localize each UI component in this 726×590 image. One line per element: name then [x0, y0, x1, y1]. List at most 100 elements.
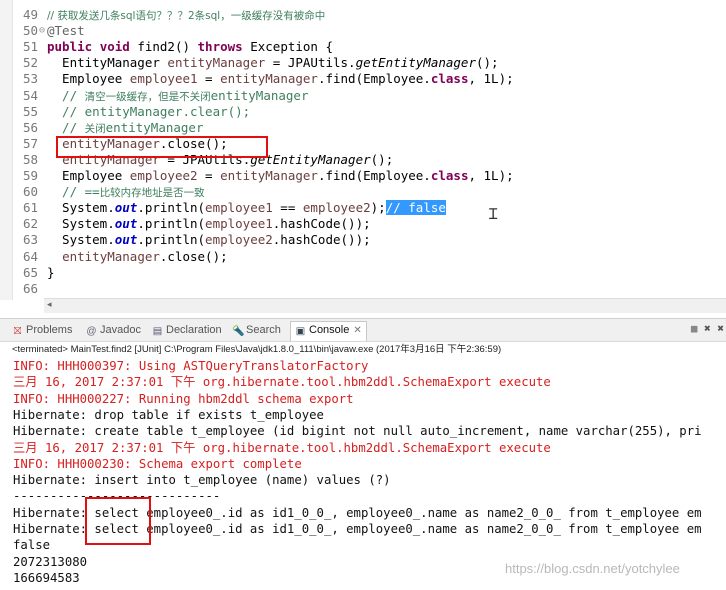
- stop-icon[interactable]: ■: [691, 322, 698, 335]
- console-line: 三月 16, 2017 2:37:01 下午 org.hibernate.too…: [13, 375, 551, 390]
- code-line[interactable]: 64 entityManager.close();: [0, 249, 726, 265]
- remove-all-icon[interactable]: ✖: [717, 322, 724, 335]
- close-icon[interactable]: ✕: [353, 325, 361, 336]
- code-line[interactable]: 55 // entityManager.clear();: [0, 104, 726, 120]
- code-token: // 获取发送几条sql语句？？？2条sql，一级缓存没有被命中: [47, 10, 326, 22]
- code-token: find2(): [129, 39, 198, 55]
- code-token: EntityManager: [47, 55, 168, 71]
- code-token: .find(Employee.: [317, 168, 431, 183]
- code-token: ();: [476, 55, 499, 71]
- tab-console[interactable]: ▣ Console ✕: [290, 321, 367, 341]
- line-number: 49: [22, 7, 38, 22]
- code-token: getEntityManager: [355, 55, 476, 71]
- line-number: 58: [22, 151, 38, 167]
- code-line[interactable]: 59 Employee employee2 = entityManager.fi…: [0, 168, 726, 184]
- code-token: // ==: [47, 184, 100, 200]
- tab-declaration[interactable]: ▤ Declaration: [152, 322, 222, 338]
- text-cursor-icon: Ɪ: [489, 205, 498, 223]
- code-text: // 关闭entityManager: [47, 120, 203, 137]
- line-number: 59: [22, 168, 38, 183]
- highlight-box-select: [85, 497, 151, 545]
- code-line[interactable]: 53 Employee employee1 = entityManager.fi…: [0, 71, 726, 87]
- code-line[interactable]: 66: [0, 281, 726, 297]
- code-token: class: [430, 168, 469, 183]
- line-number: 50: [22, 23, 38, 39]
- code-text: entityManager.close();: [47, 249, 228, 265]
- code-token: employee1: [205, 216, 273, 232]
- code-text: // 获取发送几条sql语句？？？2条sql，一级缓存没有被命中: [47, 7, 325, 24]
- tab-javadoc[interactable]: @ Javadoc: [86, 322, 141, 338]
- code-token: //: [47, 87, 85, 103]
- line-number: 65: [22, 264, 38, 280]
- code-line[interactable]: 61 System.out.println(employee1 == emplo…: [0, 200, 726, 216]
- console-line: 166694583: [13, 570, 80, 585]
- code-text: Employee employee2 = entityManager.find(…: [47, 168, 514, 184]
- declaration-icon: ▤: [152, 326, 163, 337]
- line-number: 54: [22, 87, 38, 103]
- code-line[interactable]: 50 ⊖ @Test: [0, 23, 726, 39]
- code-token: out: [114, 216, 138, 232]
- code-token: System.: [47, 216, 115, 232]
- code-line[interactable]: 56 // 关闭entityManager: [0, 120, 726, 136]
- line-number: 64: [22, 248, 38, 264]
- code-line[interactable]: 52 EntityManager entityManager = JPAUtil…: [0, 55, 726, 71]
- code-token: // false: [385, 200, 446, 216]
- tab-search[interactable]: 🔦 Search: [232, 322, 281, 338]
- code-text: System.out.println(employee1 == employee…: [47, 200, 446, 216]
- code-text: // ==比较内存地址是否一致: [47, 184, 205, 201]
- line-number: 51: [22, 39, 38, 55]
- javadoc-icon: @: [86, 326, 97, 337]
- code-token: =: [197, 168, 221, 183]
- code-token: 比较内存地址是否一致: [99, 187, 205, 200]
- code-line[interactable]: 51 public void find2() throws Exception {: [0, 39, 726, 55]
- code-token: , 1L);: [468, 71, 514, 87]
- code-token: entityManager: [105, 119, 204, 135]
- console-output[interactable]: INFO: HHH000397: Using ASTQueryTranslato…: [0, 358, 726, 590]
- console-terminated-header: <terminated> MainTest.find2 [JUnit] C:\P…: [12, 344, 502, 355]
- code-token: out: [114, 232, 138, 248]
- code-line[interactable]: 62 System.out.println(employee1.hashCode…: [0, 216, 726, 232]
- code-token: .println(: [137, 200, 206, 216]
- code-token: .println(: [137, 216, 206, 232]
- code-token: 清空一级缓存，但是不关闭: [84, 90, 211, 103]
- code-token: .close();: [159, 248, 228, 264]
- code-text: System.out.println(employee1.hashCode())…: [47, 216, 371, 232]
- code-token: // entityManager.clear();: [47, 103, 251, 119]
- code-token: class: [430, 71, 469, 87]
- code-token: throws: [197, 39, 243, 55]
- code-line[interactable]: 54 // 清空一级缓存，但是不关闭entityManager: [0, 88, 726, 104]
- line-number: 61: [22, 200, 38, 216]
- line-number: 52: [22, 55, 38, 71]
- scroll-left-arrow-icon[interactable]: ◂: [47, 300, 52, 310]
- code-token: getEntityManager: [250, 151, 371, 167]
- code-token: =: [197, 71, 221, 87]
- code-token: .println(: [137, 232, 206, 248]
- code-token: }: [47, 264, 55, 280]
- code-token: //: [47, 119, 85, 135]
- console-line: INFO: HHH000227: Running hbm2ddl schema …: [13, 391, 354, 406]
- remove-launch-icon[interactable]: ✖: [704, 322, 711, 335]
- console-icon: ▣: [295, 326, 306, 337]
- code-line[interactable]: 49 // 获取发送几条sql语句？？？2条sql，一级缓存没有被命中: [0, 7, 726, 23]
- code-line[interactable]: 63 System.out.println(employee2.hashCode…: [0, 232, 726, 248]
- code-line[interactable]: 60 // ==比较内存地址是否一致: [0, 184, 726, 200]
- search-icon: 🔦: [232, 326, 245, 337]
- code-token: employee2: [205, 232, 273, 248]
- tab-problems[interactable]: ⛝ Problems: [12, 322, 73, 338]
- watermark: https://blog.csdn.net/yotchylee: [505, 561, 680, 576]
- console-line: false: [13, 538, 51, 553]
- code-editor[interactable]: 49 // 获取发送几条sql语句？？？2条sql，一级缓存没有被命中 50 ⊖ @Te…: [0, 0, 726, 315]
- line-number: 57: [22, 135, 38, 151]
- fold-toggle-icon[interactable]: ⊖: [39, 23, 45, 39]
- code-token: Employee: [47, 71, 130, 87]
- code-token: employee1: [129, 71, 198, 87]
- code-line[interactable]: 65}: [0, 265, 726, 281]
- code-token: entityManager: [62, 248, 160, 264]
- code-token: .hashCode());: [272, 232, 371, 248]
- console-line: 三月 16, 2017 2:37:01 下午 org.hibernate.too…: [13, 440, 551, 455]
- horizontal-scrollbar[interactable]: ◂: [44, 298, 726, 313]
- code-token: employee2: [129, 168, 198, 183]
- line-number: 56: [22, 119, 38, 135]
